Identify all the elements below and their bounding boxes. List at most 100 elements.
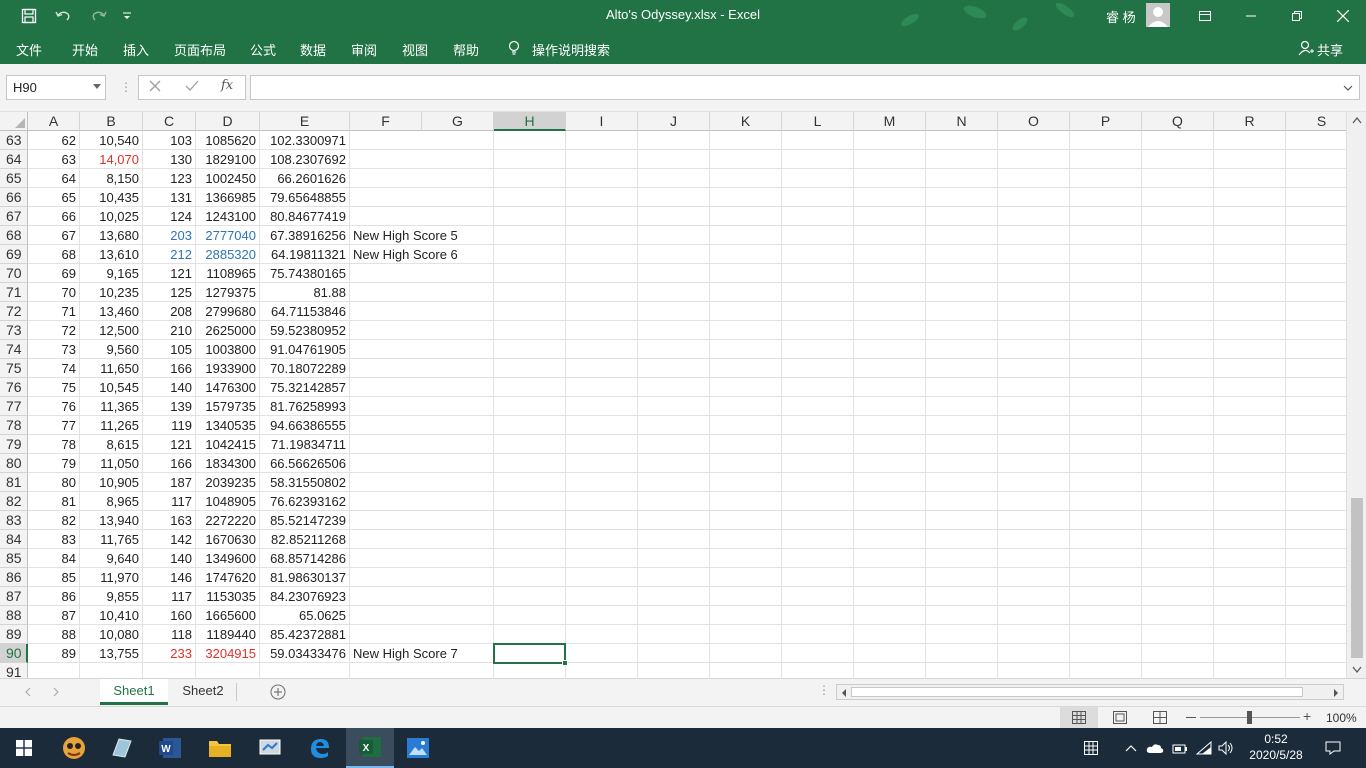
cell-c72[interactable]: 208: [143, 302, 196, 321]
page-layout-view-icon[interactable]: [1113, 711, 1127, 727]
row-header[interactable]: 68: [0, 226, 28, 245]
edge-icon[interactable]: [296, 728, 344, 768]
cell-f84[interactable]: [350, 530, 422, 549]
hscroll-left-icon[interactable]: [840, 688, 848, 698]
cell-g63[interactable]: [422, 131, 494, 150]
cell-f68[interactable]: New High Score 5: [350, 226, 458, 245]
cell-m68[interactable]: [854, 226, 926, 245]
cell-m79[interactable]: [854, 435, 926, 454]
cell-e80[interactable]: 66.56626506: [260, 454, 350, 473]
cell-g70[interactable]: [422, 264, 494, 283]
cell-n90[interactable]: [926, 644, 998, 663]
cell-b67[interactable]: 10,025: [80, 207, 143, 226]
cell-h75[interactable]: [494, 359, 566, 378]
cell-e72[interactable]: 64.71153846: [260, 302, 350, 321]
cell-m71[interactable]: [854, 283, 926, 302]
file-explorer-icon[interactable]: [196, 728, 244, 768]
cell-e66[interactable]: 79.65648855: [260, 188, 350, 207]
add-sheet-icon[interactable]: [270, 684, 286, 703]
row-header[interactable]: 64: [0, 150, 28, 169]
tab-data[interactable]: 数据: [300, 40, 326, 59]
cell-r65[interactable]: [1214, 169, 1286, 188]
cell-a71[interactable]: 70: [28, 283, 80, 302]
column-header-l[interactable]: L: [782, 112, 854, 131]
cell-o88[interactable]: [998, 606, 1070, 625]
cell-j67[interactable]: [638, 207, 710, 226]
excel-taskbar-icon[interactable]: X: [346, 728, 394, 768]
cell-s78[interactable]: [1286, 416, 1346, 435]
cell-d86[interactable]: 1747620: [196, 568, 260, 587]
column-header-s[interactable]: S: [1286, 112, 1346, 131]
cell-p75[interactable]: [1070, 359, 1142, 378]
cell-m69[interactable]: [854, 245, 926, 264]
cell-r82[interactable]: [1214, 492, 1286, 511]
cell-s90[interactable]: [1286, 644, 1346, 663]
cell-h87[interactable]: [494, 587, 566, 606]
cell-i74[interactable]: [566, 340, 638, 359]
cell-h89[interactable]: [494, 625, 566, 644]
cell-i83[interactable]: [566, 511, 638, 530]
cell-k82[interactable]: [710, 492, 782, 511]
sheet-scroll-right-icon[interactable]: [52, 687, 60, 697]
cell-f70[interactable]: [350, 264, 422, 283]
tab-formulas[interactable]: 公式: [250, 40, 276, 59]
row-header[interactable]: 76: [0, 378, 28, 397]
horizontal-scrollbar[interactable]: [836, 684, 1344, 700]
row-header[interactable]: 80: [0, 454, 28, 473]
cell-s83[interactable]: [1286, 511, 1346, 530]
cell-q68[interactable]: [1142, 226, 1214, 245]
cell-h79[interactable]: [494, 435, 566, 454]
cell-n78[interactable]: [926, 416, 998, 435]
cell-m65[interactable]: [854, 169, 926, 188]
cell-i89[interactable]: [566, 625, 638, 644]
cell-m72[interactable]: [854, 302, 926, 321]
row-header[interactable]: 83: [0, 511, 28, 530]
column-header-q[interactable]: Q: [1142, 112, 1214, 131]
cell-h81[interactable]: [494, 473, 566, 492]
share-button[interactable]: 共享: [1317, 40, 1343, 59]
tab-review[interactable]: 审阅: [351, 40, 377, 59]
cell-i75[interactable]: [566, 359, 638, 378]
cell-h84[interactable]: [494, 530, 566, 549]
cell-c68[interactable]: 203: [143, 226, 196, 245]
cell-r64[interactable]: [1214, 150, 1286, 169]
cell-o72[interactable]: [998, 302, 1070, 321]
cell-i73[interactable]: [566, 321, 638, 340]
cell-k81[interactable]: [710, 473, 782, 492]
cell-r83[interactable]: [1214, 511, 1286, 530]
cell-q71[interactable]: [1142, 283, 1214, 302]
cell-c87[interactable]: 117: [143, 587, 196, 606]
column-header-o[interactable]: O: [998, 112, 1070, 131]
cell-i87[interactable]: [566, 587, 638, 606]
cell-j74[interactable]: [638, 340, 710, 359]
cell-b91[interactable]: [80, 663, 143, 678]
cell-o79[interactable]: [998, 435, 1070, 454]
row-header[interactable]: 81: [0, 473, 28, 492]
tab-home[interactable]: 开始: [72, 40, 98, 59]
cell-p63[interactable]: [1070, 131, 1142, 150]
column-header-k[interactable]: K: [710, 112, 782, 131]
cell-e78[interactable]: 94.66386555: [260, 416, 350, 435]
cell-e76[interactable]: 75.32142857: [260, 378, 350, 397]
cell-g86[interactable]: [422, 568, 494, 587]
chevron-down-icon[interactable]: [93, 84, 101, 89]
cell-f63[interactable]: [350, 131, 422, 150]
cell-o81[interactable]: [998, 473, 1070, 492]
cell-e75[interactable]: 70.18072289: [260, 359, 350, 378]
row-header[interactable]: 90: [0, 644, 28, 663]
cell-b87[interactable]: 9,855: [80, 587, 143, 606]
column-header-m[interactable]: M: [854, 112, 926, 131]
cell-f85[interactable]: [350, 549, 422, 568]
tell-me-search[interactable]: 操作说明搜索: [532, 40, 610, 59]
cell-c89[interactable]: 118: [143, 625, 196, 644]
cell-g73[interactable]: [422, 321, 494, 340]
cell-j75[interactable]: [638, 359, 710, 378]
cell-p90[interactable]: [1070, 644, 1142, 663]
cell-e73[interactable]: 59.52380952: [260, 321, 350, 340]
cell-j90[interactable]: [638, 644, 710, 663]
cell-f64[interactable]: [350, 150, 422, 169]
cell-g84[interactable]: [422, 530, 494, 549]
cell-r86[interactable]: [1214, 568, 1286, 587]
cell-p67[interactable]: [1070, 207, 1142, 226]
cell-s80[interactable]: [1286, 454, 1346, 473]
